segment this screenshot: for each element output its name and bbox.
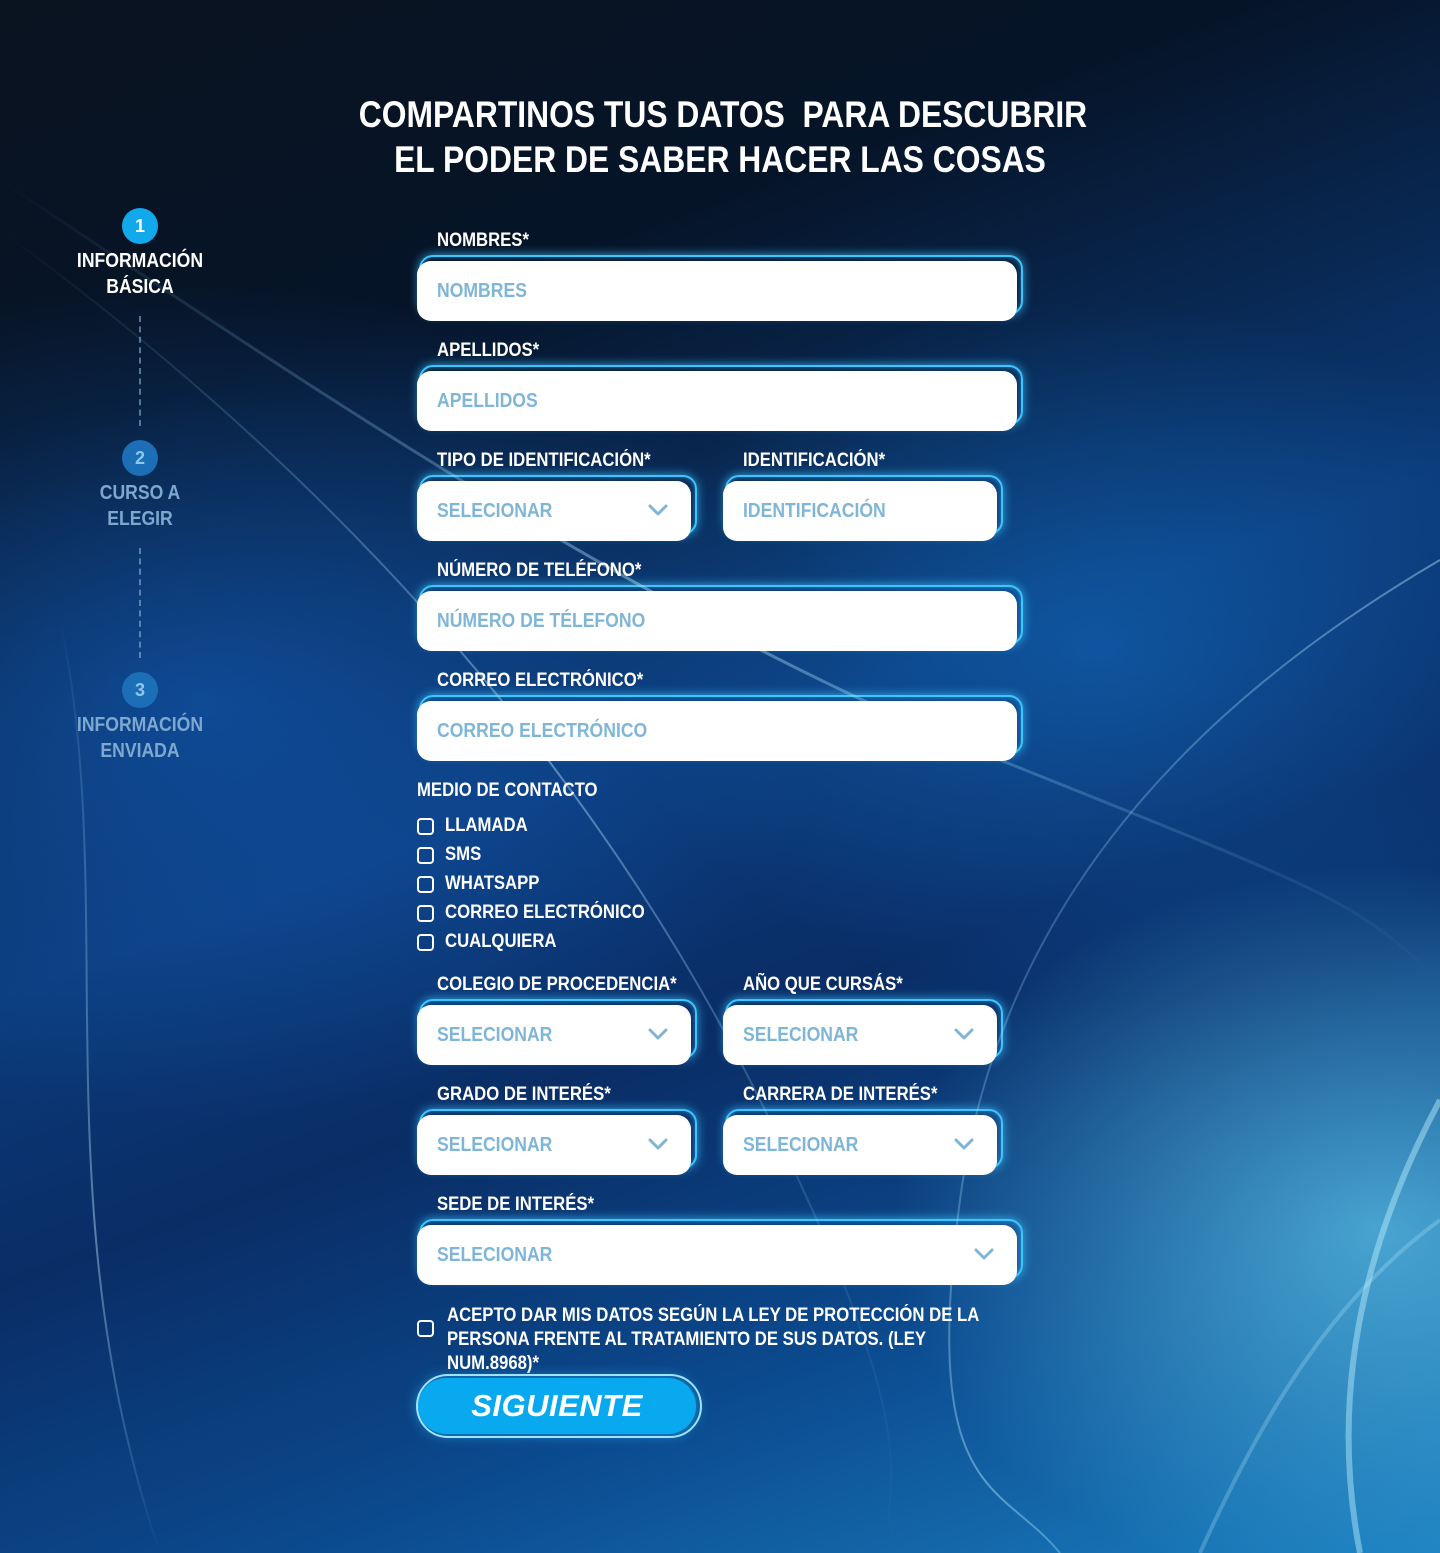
checkbox-whatsapp[interactable]: WHATSAPP [417, 872, 552, 896]
apellidos-placeholder: APELLIDOS [437, 390, 538, 412]
siguiente-button[interactable]: SIGUIENTE [416, 1374, 702, 1438]
terms-checkbox[interactable] [417, 1320, 434, 1337]
chevron-down-icon [648, 1028, 668, 1040]
sede-select[interactable]: SELECIONAR [417, 1219, 1023, 1285]
correo-placeholder: CORREO ELECTRÓNICO [437, 720, 648, 742]
telefono-input[interactable]: NÚMERO DE TÉLEFONO [417, 585, 1023, 651]
identificacion-label: IDENTIFICACIÓN* [743, 450, 886, 471]
nombres-input[interactable]: NOMBRES [417, 255, 1023, 321]
grado-select[interactable]: SELECIONAR [417, 1109, 697, 1175]
nombres-placeholder: NOMBRES [437, 280, 527, 302]
medio-contacto-label: MEDIO DE CONTACTO [417, 780, 598, 801]
step-label-line2: ELEGIR [107, 508, 173, 530]
checkbox-sms[interactable]: SMS [417, 843, 486, 867]
step-informacion-basica[interactable]: 1 INFORMACIÓN BÁSICA [60, 208, 220, 300]
colegio-value: SELECIONAR [437, 1024, 553, 1046]
correo-input[interactable]: CORREO ELECTRÓNICO [417, 695, 1023, 761]
checkbox-box[interactable] [417, 904, 434, 922]
anio-value: SELECIONAR [743, 1024, 859, 1046]
title-line-2: EL PODER DE SABER HACER LAS COSAS [394, 139, 1046, 180]
correo-label: CORREO ELECTRÓNICO* [437, 670, 644, 691]
checkbox-label: CORREO ELECTRÓNICO [445, 902, 645, 923]
tipo-identificacion-value: SELECIONAR [437, 500, 553, 522]
step-informacion-enviada[interactable]: 3 INFORMACIÓN ENVIADA [60, 672, 220, 764]
checkbox-box[interactable] [417, 933, 434, 951]
carrera-value: SELECIONAR [743, 1134, 859, 1156]
anio-label: AÑO QUE CURSÁS* [743, 974, 903, 995]
chevron-down-icon [954, 1028, 974, 1040]
chevron-down-icon [648, 1138, 668, 1150]
checkbox-label: SMS [445, 844, 482, 865]
chevron-down-icon [648, 504, 668, 516]
step-label-line1: INFORMACIÓN [76, 250, 204, 272]
colegio-label: COLEGIO DE PROCEDENCIA* [437, 974, 677, 995]
terms-text: ACEPTO DAR MIS DATOS SEGÚN LA LEY DE PRO… [447, 1304, 1010, 1376]
checkbox-box[interactable] [417, 846, 434, 864]
terms-line-1: ACEPTO DAR MIS DATOS SEGÚN LA LEY DE PRO… [447, 1305, 980, 1326]
page-title: COMPARTINOS TUS DATOS PARA DESCUBRIR EL … [358, 92, 1088, 182]
anio-select[interactable]: SELECIONAR [723, 999, 1003, 1065]
step-label-line1: CURSO A [99, 482, 181, 504]
carrera-select[interactable]: SELECIONAR [723, 1109, 1003, 1175]
nombres-label: NOMBRES* [437, 230, 529, 251]
title-line-1: COMPARTINOS TUS DATOS PARA DESCUBRIR [358, 94, 1088, 135]
identificacion-input[interactable]: IDENTIFICACIÓN [723, 475, 1003, 541]
grado-label: GRADO DE INTERÉS* [437, 1084, 611, 1105]
tipo-identificacion-select[interactable]: SELECIONAR [417, 475, 697, 541]
identificacion-placeholder: IDENTIFICACIÓN [743, 500, 886, 522]
sede-value: SELECIONAR [437, 1244, 553, 1266]
step-label-line2: BÁSICA [106, 276, 174, 298]
sede-label: SEDE DE INTERÉS* [437, 1194, 595, 1215]
checkbox-label: LLAMADA [445, 815, 528, 836]
terms-line-2: PERSONA FRENTE AL TRATAMIENTO DE SUS DAT… [447, 1329, 926, 1374]
telefono-placeholder: NÚMERO DE TÉLEFONO [437, 610, 646, 632]
step-connector [139, 316, 141, 426]
chevron-down-icon [954, 1138, 974, 1150]
step-label-line1: INFORMACIÓN [76, 714, 204, 736]
step-connector [139, 548, 141, 658]
chevron-down-icon [974, 1248, 994, 1260]
apellidos-input[interactable]: APELLIDOS [417, 365, 1023, 431]
step-curso-a-elegir[interactable]: 2 CURSO A ELEGIR [60, 440, 220, 532]
checkbox-label: WHATSAPP [445, 873, 540, 894]
checkbox-correo[interactable]: CORREO ELECTRÓNICO [417, 901, 672, 925]
tipo-identificacion-label: TIPO DE IDENTIFICACIÓN* [437, 450, 651, 471]
checkbox-label: CUALQUIERA [445, 931, 557, 952]
checkbox-llamada[interactable]: LLAMADA [417, 814, 539, 838]
colegio-select[interactable]: SELECIONAR [417, 999, 697, 1065]
checkbox-box[interactable] [417, 875, 434, 893]
siguiente-button-label: SIGUIENTE [471, 1388, 643, 1423]
checkbox-box[interactable] [417, 817, 434, 835]
telefono-label: NÚMERO DE TELÉFONO* [437, 560, 642, 581]
checkbox-cualquiera[interactable]: CUALQUIERA [417, 930, 572, 954]
grado-value: SELECIONAR [437, 1134, 553, 1156]
step-label-line2: ENVIADA [100, 740, 180, 762]
step-number: 1 [122, 208, 158, 244]
apellidos-label: APELLIDOS* [437, 340, 540, 361]
step-number: 3 [122, 672, 158, 708]
step-number: 2 [122, 440, 158, 476]
carrera-label: CARRERA DE INTERÉS* [743, 1084, 938, 1105]
